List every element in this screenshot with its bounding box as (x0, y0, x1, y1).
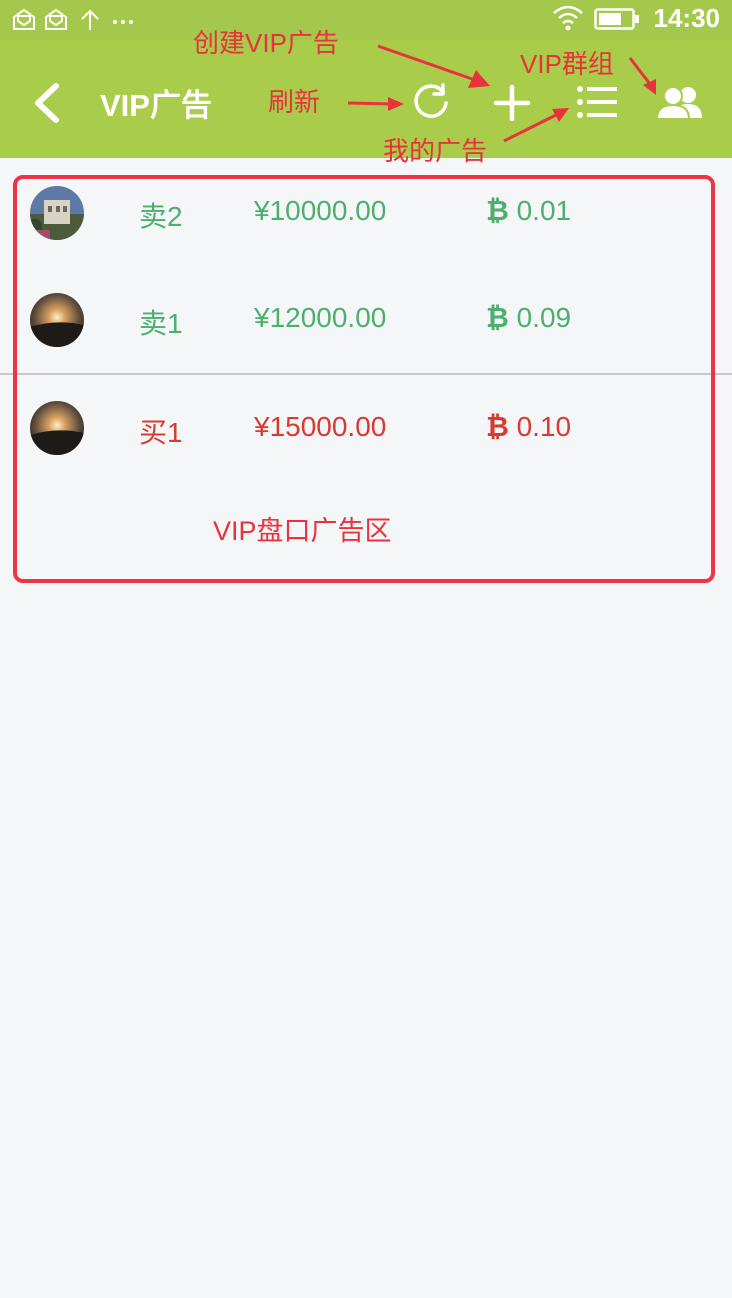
toolbar: VIP广告 (0, 40, 732, 158)
mail-icon (45, 8, 67, 30)
status-time: 14:30 (653, 3, 721, 33)
status-bar: 14:30 (0, 0, 732, 40)
annotation-create: 创建VIP广告 (193, 28, 339, 58)
refresh-icon[interactable] (410, 82, 452, 124)
page-title: VIP广告 (100, 88, 212, 123)
annotation-vip-group: VIP群组 (520, 49, 614, 79)
wifi-icon (553, 5, 583, 31)
list-icon[interactable] (576, 84, 618, 120)
plus-icon[interactable] (493, 84, 531, 122)
mail-icon (13, 8, 35, 30)
annotation-area: VIP盘口广告区 (213, 516, 392, 546)
upload-icon (81, 9, 99, 30)
group-icon[interactable] (656, 84, 706, 120)
back-icon[interactable] (30, 82, 64, 124)
battery-icon (594, 8, 639, 30)
annotation-refresh: 刷新 (268, 87, 321, 117)
more-icon (113, 20, 133, 24)
